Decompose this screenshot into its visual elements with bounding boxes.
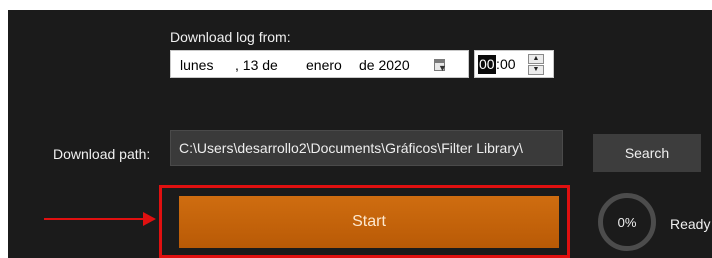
time-minutes[interactable]: 00 <box>500 55 516 74</box>
spin-up-icon[interactable]: ▲ <box>528 54 544 64</box>
status-text: Ready <box>670 216 711 232</box>
calendar-dropdown-button[interactable]: ▼ <box>434 57 464 73</box>
time-hours[interactable]: 00 <box>478 55 496 74</box>
spin-down-icon[interactable]: ▼ <box>528 65 544 75</box>
date-picker[interactable]: lunes , 13 de enero de 2020 ▼ <box>170 50 469 78</box>
date-day[interactable]: , 13 de <box>235 57 278 73</box>
progress-text: 0% <box>617 214 637 230</box>
time-picker[interactable]: 00 : 00 ▲ ▼ <box>474 50 554 78</box>
search-button[interactable]: Search <box>593 134 701 172</box>
time-spinner[interactable]: ▲ ▼ <box>528 54 544 75</box>
date-month[interactable]: enero <box>306 57 342 73</box>
progress-ring: 0% <box>598 193 656 251</box>
red-arrow-right-icon <box>44 218 148 220</box>
start-button[interactable]: Start <box>179 196 559 248</box>
download-log-label: Download log from: <box>170 29 291 45</box>
date-year[interactable]: de 2020 <box>359 57 410 73</box>
download-path-label: Download path: <box>53 146 151 162</box>
date-weekday[interactable]: lunes <box>180 57 213 73</box>
download-path-input[interactable]: C:\Users\desarrollo2\Documents\Gráficos\… <box>170 130 563 166</box>
red-arrow-head-icon <box>143 212 156 226</box>
chevron-down-icon: ▼ <box>438 63 447 73</box>
